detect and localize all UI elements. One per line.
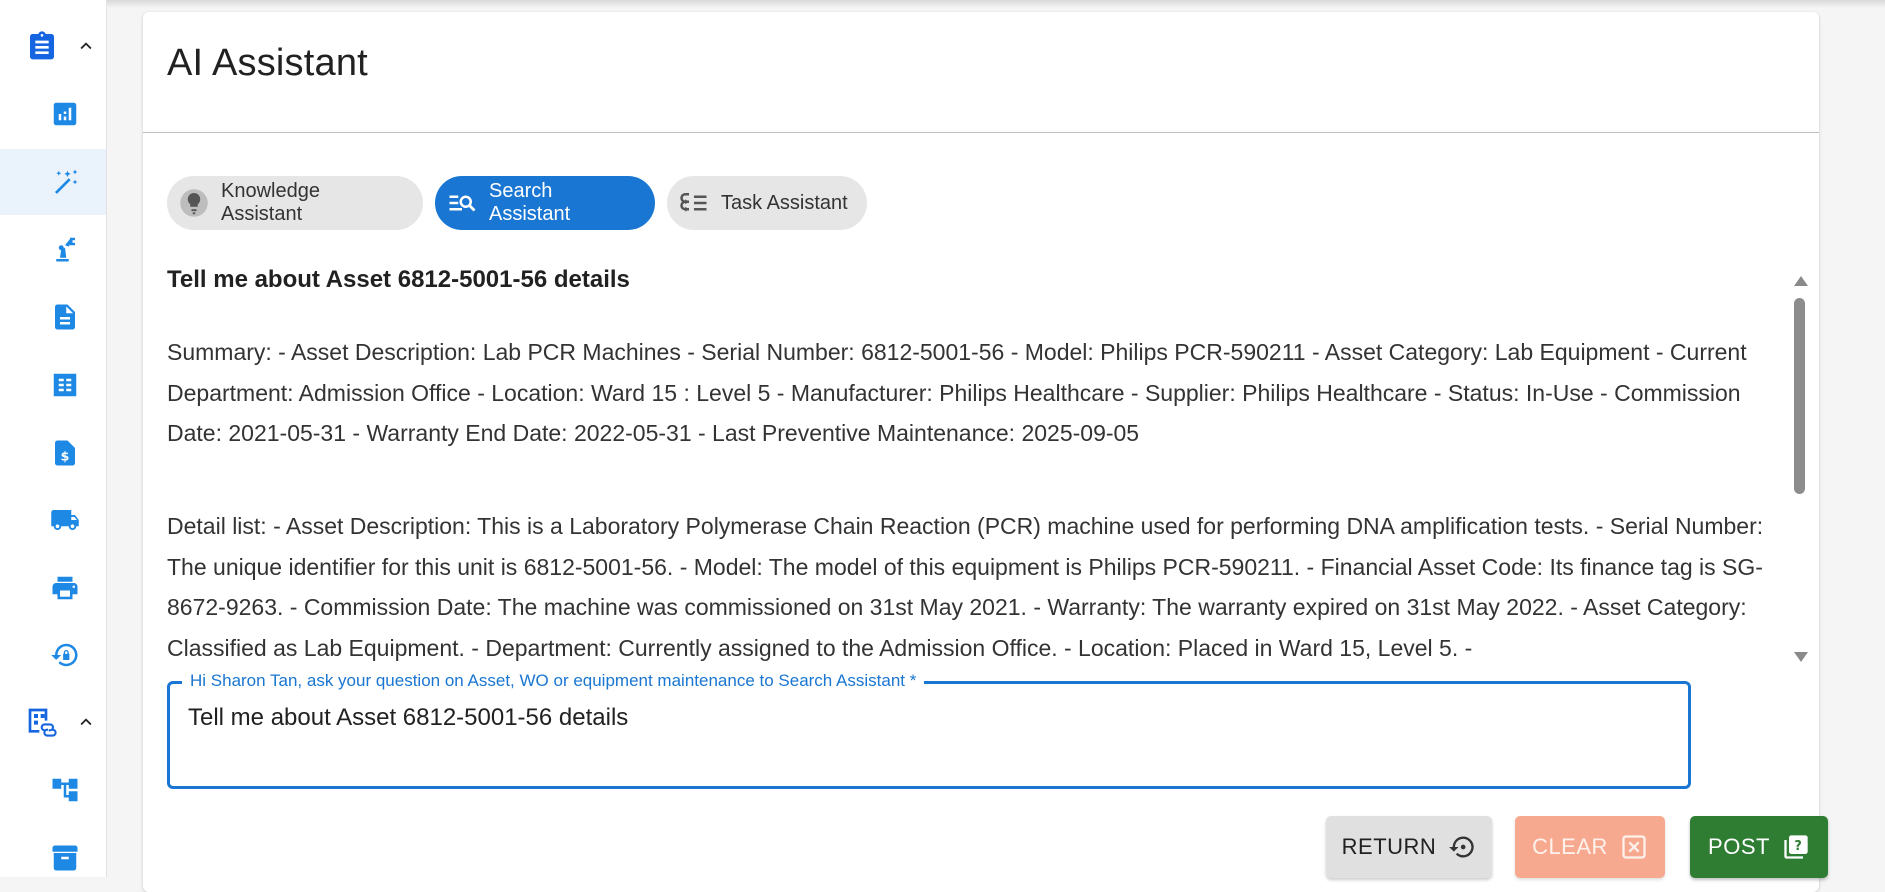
chevron-up-icon[interactable] (75, 711, 97, 733)
post-button-label: POST (1708, 834, 1770, 859)
user-question: Tell me about Asset 6812-5001-56 details (167, 266, 630, 293)
sidebar-item-hierarchy[interactable] (0, 757, 106, 823)
tab-knowledge-assistant[interactable]: Knowledge Assistant (167, 176, 423, 230)
chevron-up-icon[interactable] (75, 35, 97, 57)
hierarchy-icon (50, 775, 80, 805)
sidebar-item-print[interactable] (0, 555, 106, 621)
question-input[interactable]: Hi Sharon Tan, ask your question on Asse… (167, 671, 1691, 789)
answer-detail: Detail list: - Asset Description: This i… (167, 513, 1764, 661)
invoice-dollar-icon: $ (50, 438, 80, 468)
return-button-label: RETURN (1341, 834, 1437, 859)
lock-history-icon (50, 640, 80, 670)
lightbulb-icon (179, 188, 209, 218)
tab-label: Knowledge Assistant (221, 180, 320, 225)
sidebar-group-facilities[interactable] (0, 689, 106, 755)
answer-summary: Summary: - Asset Description: Lab PCR Ma… (167, 339, 1747, 446)
sidebar-item-invoices[interactable]: $ (0, 420, 106, 486)
return-button[interactable]: RETURN (1326, 816, 1492, 878)
restore-icon (1448, 833, 1476, 861)
sidebar-item-documents[interactable] (0, 284, 106, 350)
post-button[interactable]: POST ? (1690, 816, 1828, 878)
svg-text:?: ? (1794, 839, 1802, 854)
question-input-label: Hi Sharon Tan, ask your question on Asse… (182, 671, 925, 691)
sidebar: $ (0, 0, 107, 877)
truck-icon (50, 505, 80, 535)
printer-icon (50, 573, 80, 603)
ai-assistant-card: AI Assistant Knowledge Assistant Search … (143, 12, 1828, 892)
scroll-up-arrow-icon[interactable] (1794, 276, 1808, 286)
list-icon (50, 370, 80, 400)
clear-box-icon (1620, 833, 1648, 861)
sidebar-item-ai-assistant[interactable] (0, 149, 106, 215)
divider (143, 132, 1819, 133)
post-question-icon: ? (1782, 833, 1810, 861)
archive-icon (50, 843, 80, 873)
bar-chart-icon (50, 99, 80, 129)
scroll-down-arrow-icon[interactable] (1794, 652, 1808, 662)
clipboard-icon (26, 30, 58, 62)
search-list-icon (447, 188, 477, 218)
scroll-thumb[interactable] (1794, 298, 1805, 494)
top-shadow (0, 0, 1885, 8)
sidebar-item-archive[interactable] (0, 825, 106, 891)
page-title: AI Assistant (167, 42, 368, 84)
conversation-panel[interactable]: Tell me about Asset 6812-5001-56 details… (167, 262, 1787, 667)
building-link-icon (26, 706, 58, 738)
sidebar-item-list[interactable] (0, 352, 106, 418)
clear-button-label: CLEAR (1532, 834, 1608, 859)
question-input-value[interactable]: Tell me about Asset 6812-5001-56 details (188, 704, 628, 732)
sidebar-item-assets[interactable] (0, 216, 106, 282)
tab-task-assistant[interactable]: Task Assistant (667, 176, 867, 230)
tab-search-assistant[interactable]: Search Assistant (435, 176, 655, 230)
sidebar-item-security-history[interactable] (0, 622, 106, 688)
sidebar-group-work-orders[interactable] (0, 13, 106, 79)
magic-wand-icon (50, 167, 80, 197)
svg-text:$: $ (61, 449, 70, 464)
document-icon (50, 302, 80, 332)
robot-arm-icon (50, 234, 80, 264)
tab-label: Task Assistant (721, 191, 848, 214)
clear-button[interactable]: CLEAR (1515, 816, 1665, 878)
sidebar-item-dashboard[interactable] (0, 81, 106, 147)
task-list-icon (679, 188, 709, 218)
sidebar-item-delivery[interactable] (0, 487, 106, 553)
tab-label: Search Assistant (489, 180, 571, 225)
conversation-scrollbar[interactable] (1790, 262, 1808, 667)
